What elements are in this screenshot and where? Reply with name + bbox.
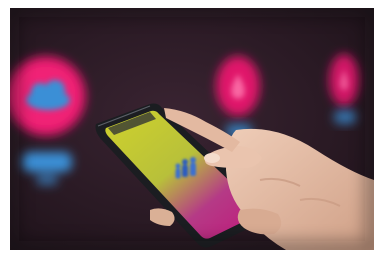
sign-right-caption [334, 110, 356, 124]
fingernail [204, 153, 220, 163]
photo [0, 0, 379, 254]
